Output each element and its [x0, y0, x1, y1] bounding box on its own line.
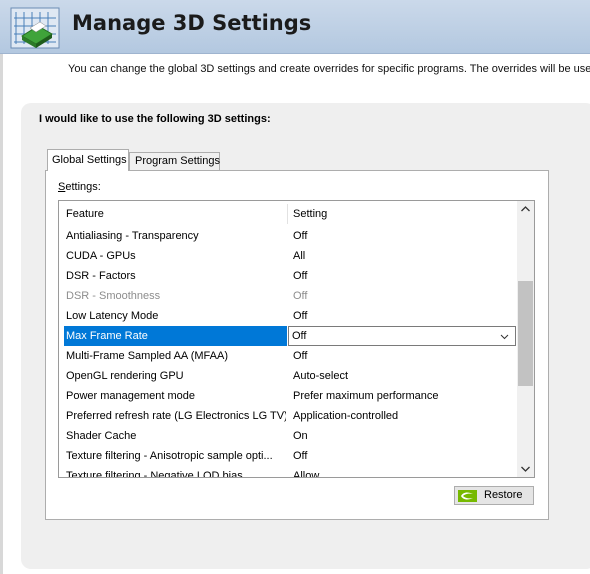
feature-cell: Power management mode [66, 390, 196, 402]
table-row[interactable]: Preferred refresh rate (LG Electronics L… [59, 406, 517, 426]
page-header: Manage 3D Settings [0, 0, 590, 54]
table-row[interactable]: Antialiasing - Transparency Off [59, 226, 517, 246]
table-row[interactable]: DSR - Factors Off [59, 266, 517, 286]
setting-cell: All [293, 250, 306, 262]
feature-cell: DSR - Smoothness [66, 290, 161, 302]
table-row-disabled: DSR - Smoothness Off [59, 286, 517, 306]
feature-cell: Texture filtering - Negative LOD bias [66, 470, 243, 478]
table-row[interactable]: Texture filtering - Negative LOD bias Al… [59, 466, 517, 478]
feature-cell: Preferred refresh rate (LG Electronics L… [66, 410, 286, 422]
setting-cell: Off [293, 230, 308, 242]
settings-label-text: ettings: [65, 181, 101, 193]
table-row[interactable]: Shader Cache On [59, 426, 517, 446]
feature-cell: Low Latency Mode [66, 310, 159, 322]
tab-global-settings[interactable]: Global Settings [47, 149, 129, 171]
feature-cell: Texture filtering - Anisotropic sample o… [66, 450, 273, 462]
settings-grid[interactable]: Feature Setting Antialiasing - Transpare… [58, 200, 535, 478]
table-row[interactable]: OpenGL rendering GPU Auto-select [59, 366, 517, 386]
setting-cell: Off [293, 290, 308, 302]
settings-label: Settings: [58, 181, 101, 193]
restore-button[interactable]: Restore [454, 486, 534, 505]
table-row[interactable]: Multi-Frame Sampled AA (MFAA) Off [59, 346, 517, 366]
3d-settings-icon [8, 4, 62, 52]
scroll-thumb[interactable] [518, 281, 533, 386]
restore-label: Restore [484, 489, 523, 501]
page-title: Manage 3D Settings [72, 11, 312, 35]
setting-cell: Allow [293, 470, 320, 478]
chevron-down-icon[interactable] [500, 332, 509, 341]
feature-cell: Multi-Frame Sampled AA (MFAA) [66, 350, 228, 362]
feature-cell: OpenGL rendering GPU [66, 370, 184, 382]
feature-cell: Antialiasing - Transparency [66, 230, 199, 242]
left-border-strip [0, 54, 3, 574]
scroll-up-icon[interactable] [517, 201, 534, 218]
setting-cell: Off [293, 270, 308, 282]
table-row-selected[interactable]: Max Frame Rate Off [59, 326, 517, 346]
table-row[interactable]: Texture filtering - Anisotropic sample o… [59, 446, 517, 466]
tab-program-settings[interactable]: Program Settings [129, 152, 220, 171]
grid-header: Feature Setting [59, 201, 517, 226]
setting-cell: Prefer maximum performance [293, 390, 439, 402]
column-header-feature[interactable]: Feature [66, 208, 104, 220]
feature-cell: Shader Cache [66, 430, 137, 442]
scroll-down-icon[interactable] [517, 460, 534, 477]
setting-cell: Off [293, 310, 308, 322]
setting-cell: Application-controlled [293, 410, 399, 422]
table-row[interactable]: CUDA - GPUs All [59, 246, 517, 266]
nvidia-logo-icon [458, 490, 477, 502]
column-divider [287, 204, 288, 224]
dropdown-value: Off [292, 330, 307, 342]
table-row[interactable]: Low Latency Mode Off [59, 306, 517, 326]
feature-cell: DSR - Factors [66, 270, 136, 282]
feature-cell: CUDA - GPUs [66, 250, 136, 262]
setting-cell: On [293, 430, 308, 442]
setting-cell: Off [293, 450, 308, 462]
panel-heading: I would like to use the following 3D set… [39, 113, 271, 125]
setting-dropdown[interactable]: Off [288, 326, 516, 346]
setting-cell: Off [293, 350, 308, 362]
feature-cell: Max Frame Rate [66, 330, 148, 342]
table-row[interactable]: Power management mode Prefer maximum per… [59, 386, 517, 406]
setting-cell: Auto-select [293, 370, 349, 382]
column-header-setting[interactable]: Setting [293, 208, 327, 220]
vertical-scrollbar[interactable] [517, 201, 534, 477]
page-description: You can change the global 3D settings an… [68, 63, 590, 75]
